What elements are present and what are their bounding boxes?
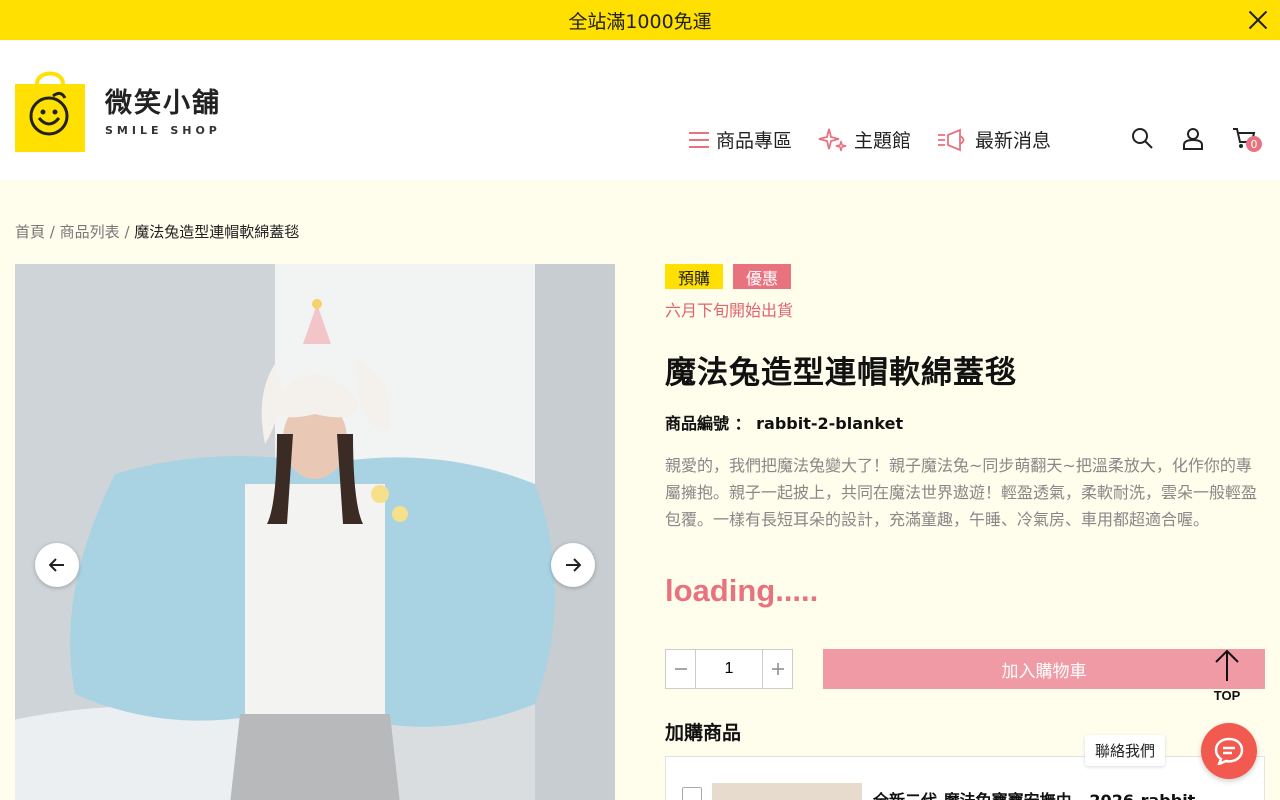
breadcrumb: 首頁 / 商品列表 / 魔法兔造型連帽軟綿蓋毯	[15, 221, 299, 242]
user-icon[interactable]	[1181, 126, 1205, 150]
back-to-top-label: TOP	[1213, 688, 1241, 703]
nav-item-label: 最新消息	[975, 130, 1052, 152]
promo-bar: 全站滿1000免運	[0, 0, 1280, 40]
sku-value: rabbit-2-blanket	[756, 414, 904, 433]
purchase-controls: 加入購物車	[665, 649, 1265, 689]
search-icon[interactable]	[1130, 126, 1154, 150]
breadcrumb-current: 魔法兔造型連帽軟綿蓋毯	[134, 223, 300, 241]
addon-thumbnail	[712, 783, 862, 800]
plus-icon	[771, 663, 784, 675]
nav-item-label: 商品專區	[716, 130, 793, 152]
addon-item: 全新二代-魔法兔寶寶安撫巾 - 2026-rabbit	[665, 756, 1265, 800]
brand-name-en: SMILE SHOP	[105, 124, 221, 137]
add-to-cart-button[interactable]: 加入購物車	[823, 649, 1265, 689]
addon-checkbox[interactable]	[682, 787, 702, 800]
contact-us-label[interactable]: 聯絡我們	[1085, 735, 1166, 766]
header-actions: 0	[1130, 126, 1280, 152]
nav-item-products[interactable]: 商品專區	[688, 126, 792, 153]
addon-section-title: 加購商品	[665, 722, 742, 744]
quantity-decrease-button[interactable]	[666, 650, 695, 688]
breadcrumb-product-list[interactable]: 商品列表	[60, 223, 120, 241]
gallery-next-button[interactable]	[551, 543, 595, 587]
chat-button[interactable]	[1201, 723, 1257, 779]
close-icon[interactable]	[1246, 8, 1270, 32]
product-photo	[15, 264, 615, 800]
minus-icon	[674, 668, 687, 670]
logo[interactable]: 微笑小舖 SMILE SHOP	[15, 66, 221, 152]
product-description: 親愛的，我們把魔法兔變大了！親子魔法兔~同步萌翻天~把溫柔放大，化作你的專屬擁抱…	[665, 456, 1258, 529]
product-tags: 預購 優惠	[665, 264, 1265, 289]
logo-bag-icon	[15, 66, 85, 152]
cart-icon[interactable]: 0	[1232, 126, 1262, 152]
sale-badge: 優惠	[733, 264, 792, 289]
arrow-right-icon	[566, 558, 581, 572]
menu-icon	[689, 131, 709, 148]
megaphone-icon	[938, 128, 965, 151]
arrow-left-icon	[49, 558, 64, 572]
shipping-note: 六月下旬開始出貨	[665, 301, 794, 320]
preorder-badge: 預購	[665, 264, 724, 289]
promo-text: 全站滿1000免運	[568, 10, 712, 33]
product-info: 預購 優惠 六月下旬開始出貨 魔法兔造型連帽軟綿蓋毯 商品編號 ： rabbit…	[665, 264, 1265, 609]
site-header: 微笑小舖 SMILE SHOP 商品專區 主題館 最新消息 0	[0, 40, 1280, 180]
nav-item-news[interactable]: 最新消息	[937, 126, 1051, 153]
product-sku: 商品編號 ： rabbit-2-blanket	[665, 410, 1265, 434]
main-nav: 商品專區 主題館 最新消息	[688, 126, 1077, 153]
breadcrumb-separator: /	[49, 223, 55, 241]
breadcrumb-home[interactable]: 首頁	[15, 223, 45, 241]
product-title: 魔法兔造型連帽軟綿蓋毯	[665, 355, 1017, 391]
back-to-top-button[interactable]: TOP	[1205, 648, 1249, 703]
addon-item-name[interactable]: 全新二代-魔法兔寶寶安撫巾 - 2026-rabbit	[873, 787, 1195, 800]
product-price: loading.....	[665, 573, 819, 608]
gallery-prev-button[interactable]	[35, 543, 79, 587]
sparkle-icon	[818, 128, 847, 151]
breadcrumb-separator: /	[124, 223, 130, 241]
brand-name-cn: 微笑小舖	[105, 88, 221, 119]
chat-bubble-icon	[1214, 737, 1244, 765]
sku-label: 商品編號 ：	[665, 414, 751, 433]
cart-count-badge: 0	[1246, 136, 1262, 152]
quantity-stepper	[665, 649, 793, 689]
quantity-increase-button[interactable]	[763, 650, 792, 688]
quantity-input[interactable]	[695, 650, 763, 688]
product-gallery	[15, 264, 615, 800]
nav-item-label: 主題館	[854, 130, 912, 152]
arrow-up-icon	[1215, 649, 1239, 681]
nav-item-themes[interactable]: 主題館	[818, 126, 911, 153]
